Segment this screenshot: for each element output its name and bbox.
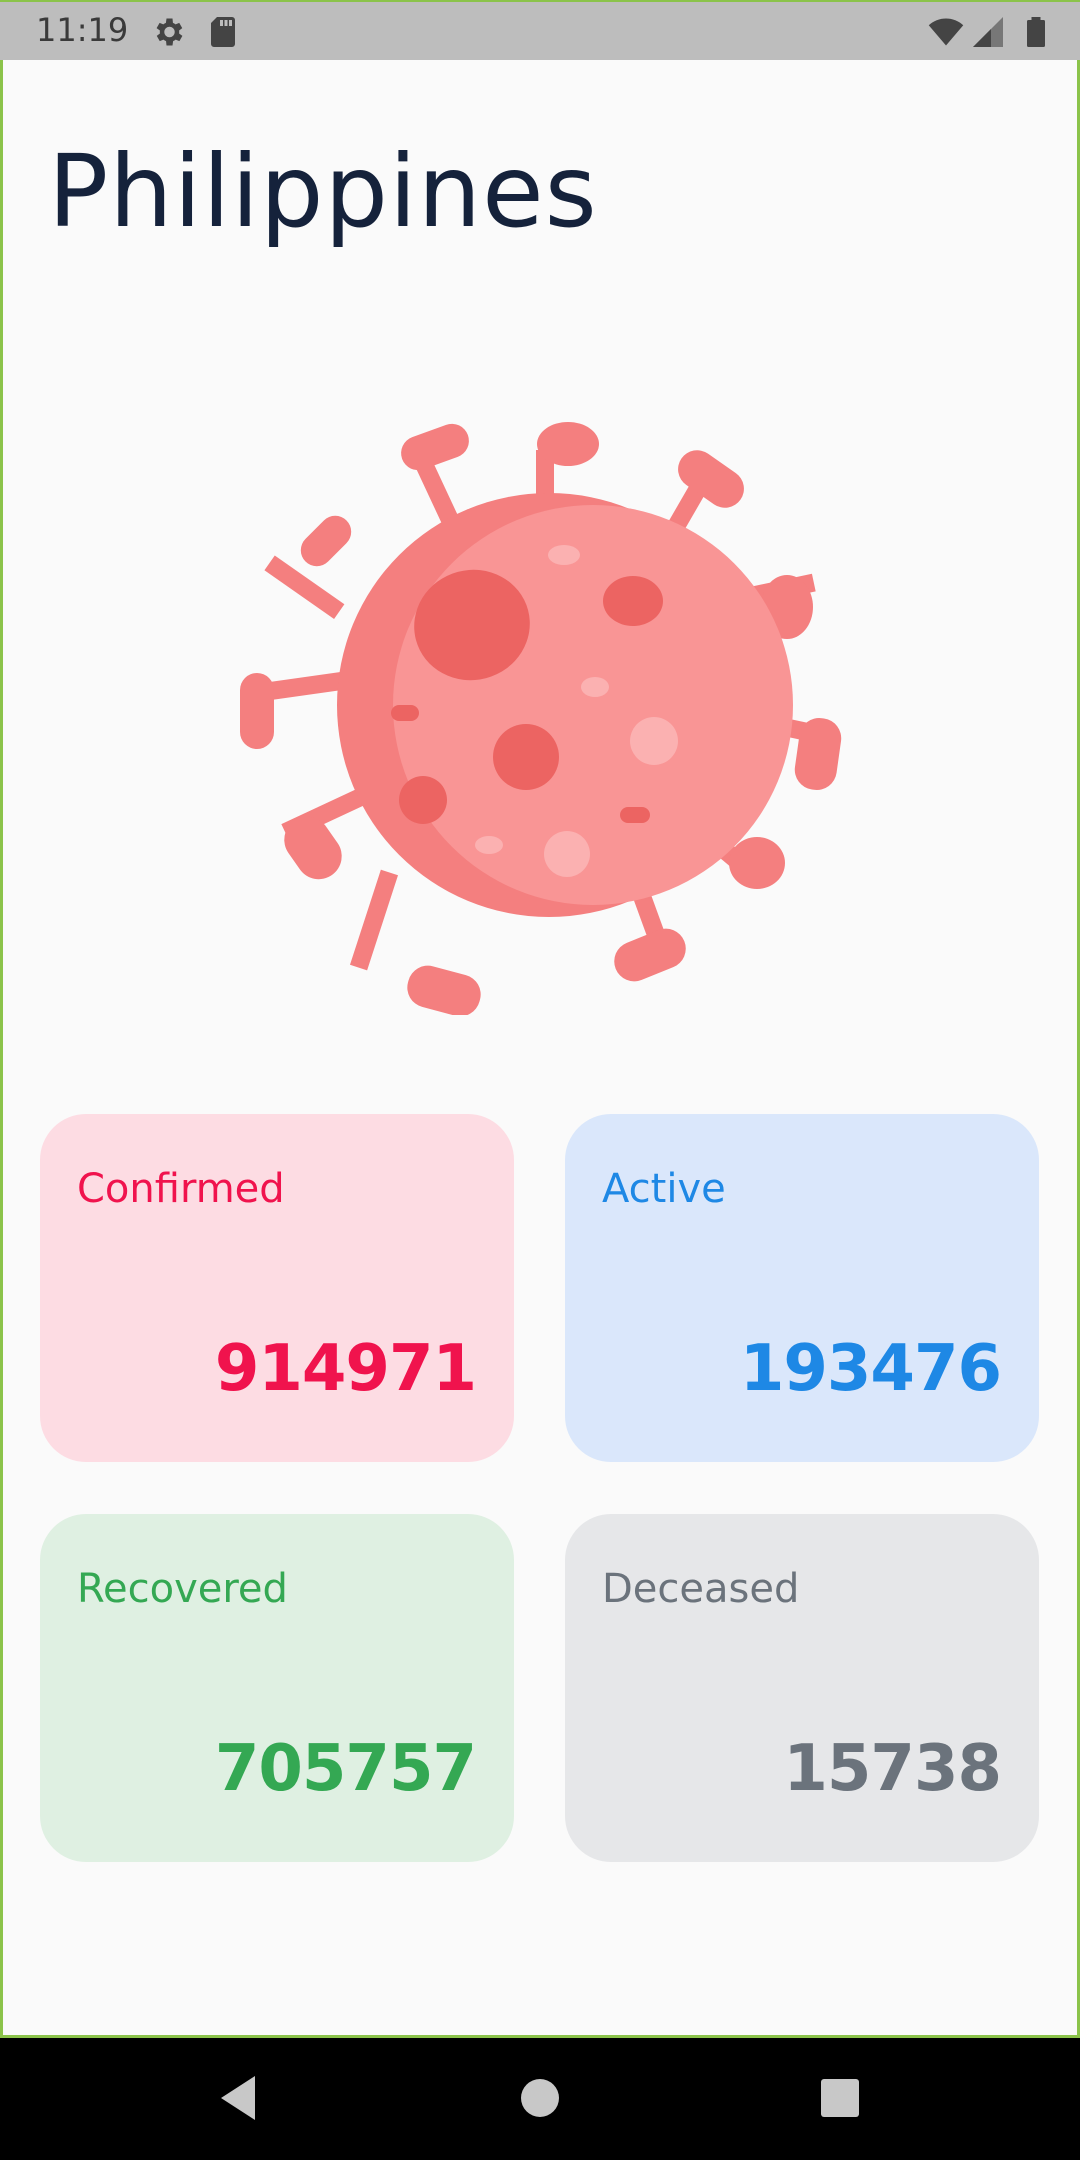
- active-label: Active: [602, 1166, 726, 1212]
- active-card: Active 193476: [565, 1114, 1039, 1462]
- virus-icon: [240, 422, 842, 1015]
- wifi-icon: [928, 18, 964, 46]
- cell-signal-icon: [973, 17, 1003, 47]
- back-icon[interactable]: [207, 2068, 267, 2128]
- home-icon[interactable]: [510, 2068, 570, 2128]
- active-value: 193476: [739, 1332, 1002, 1406]
- country-title: Philippines: [48, 133, 598, 250]
- app-screen: 11:19 Philippines Confirmed 914971 Activ…: [0, 0, 1080, 2160]
- recovered-label: Recovered: [77, 1566, 288, 1612]
- status-bar: 11:19: [0, 0, 1080, 60]
- recovered-value: 705757: [214, 1732, 477, 1806]
- status-time: 11:19: [36, 11, 129, 49]
- deceased-label: Deceased: [602, 1566, 800, 1612]
- confirmed-label: Confirmed: [77, 1166, 285, 1212]
- battery-icon: [1027, 17, 1045, 47]
- sd-card-icon: [211, 17, 235, 47]
- confirmed-card: Confirmed 914971: [40, 1114, 514, 1462]
- confirmed-value: 914971: [214, 1332, 477, 1406]
- deceased-card: Deceased 15738: [565, 1514, 1039, 1862]
- settings-icon: [156, 18, 183, 46]
- deceased-value: 15738: [783, 1732, 1002, 1806]
- recovered-card: Recovered 705757: [40, 1514, 514, 1862]
- recents-icon[interactable]: [810, 2068, 870, 2128]
- navigation-bar: [0, 2038, 1080, 2160]
